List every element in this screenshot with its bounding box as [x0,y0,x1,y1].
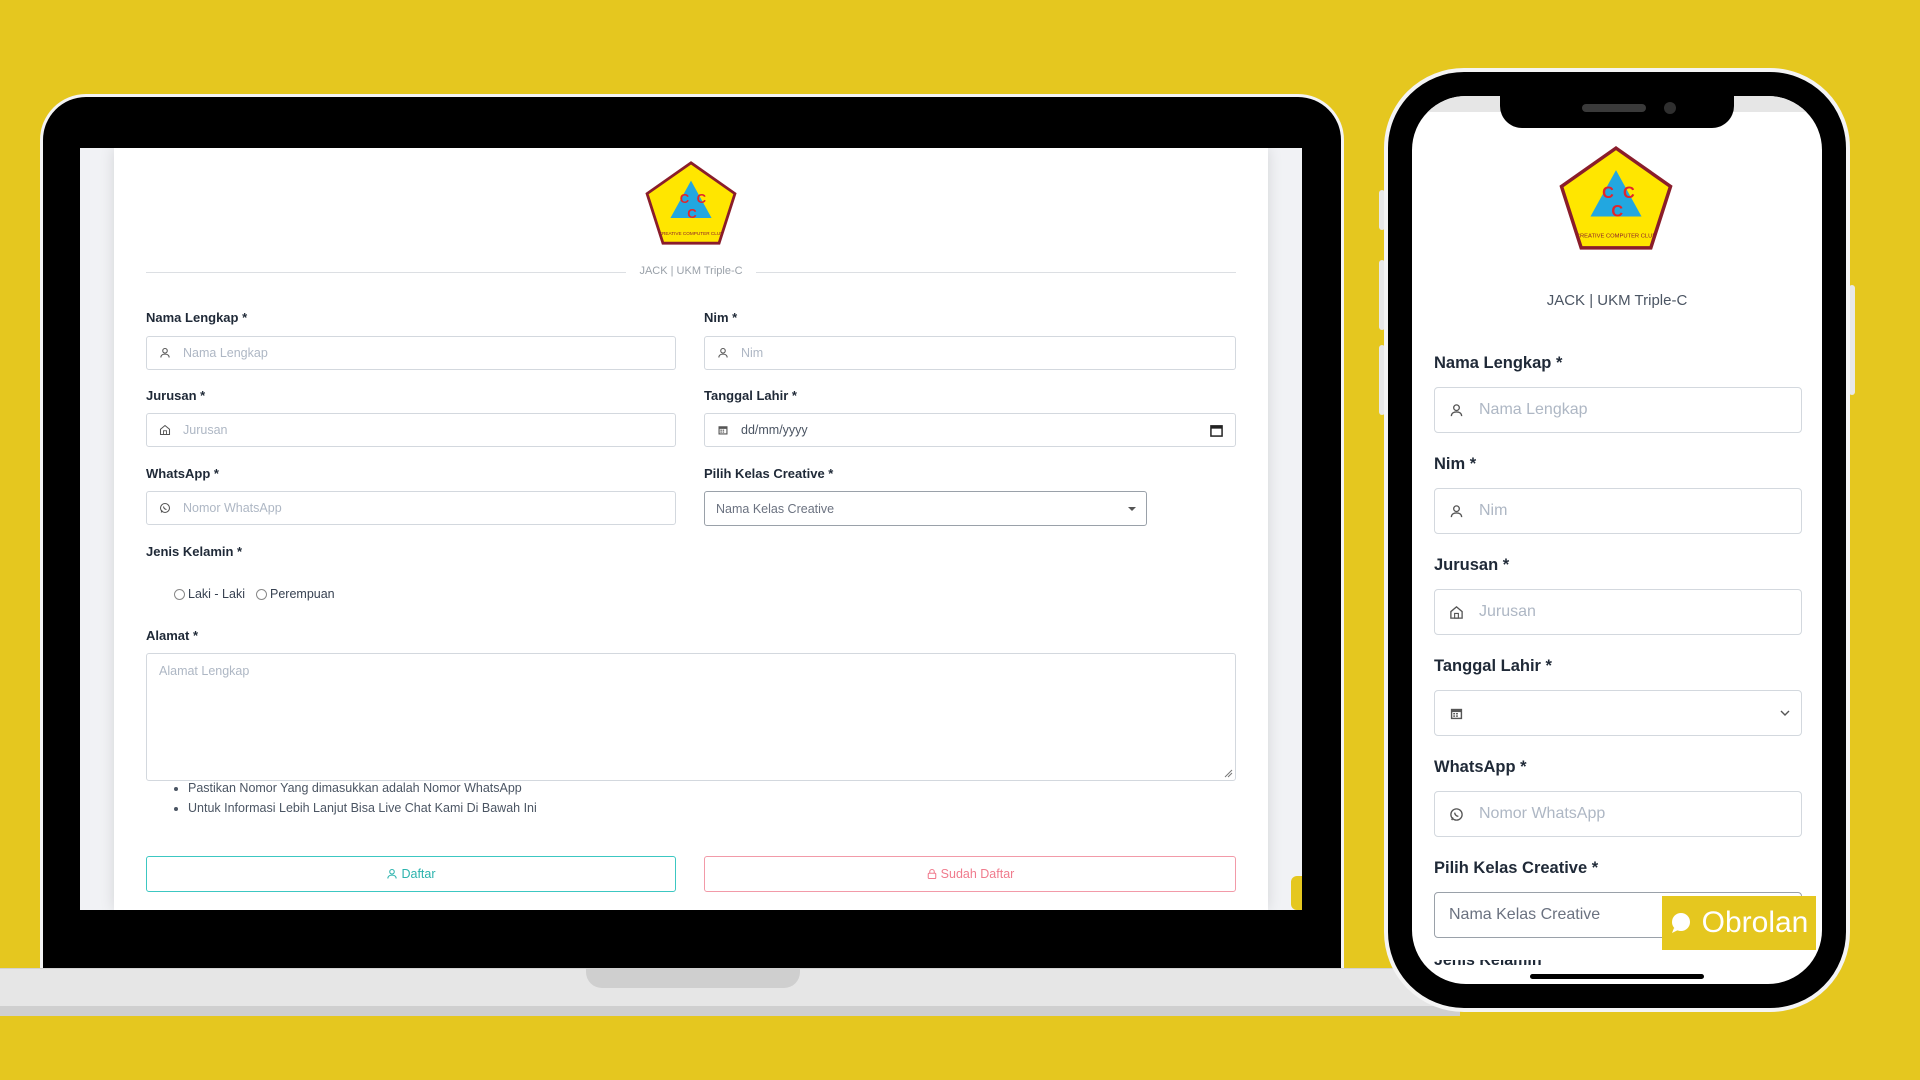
logo-letter: C [697,191,707,206]
nama-lengkap-placeholder: Nama Lengkap [183,346,268,360]
nim-placeholder: Nim [1479,502,1508,519]
user-icon [1447,502,1465,520]
logo-letter: C [680,191,690,206]
chat-button-label: Obrolan [1701,906,1809,939]
label-tanggal-lahir: Tanggal Lahir * [704,388,797,403]
calendar-picker-icon[interactable] [1210,424,1223,437]
whatsapp-input[interactable]: Nomor WhatsApp [1434,791,1802,837]
club-logo: C C C CREATIVE COMPUTER CLUB [1559,145,1673,250]
jurusan-placeholder: Jurusan [183,423,228,437]
whatsapp-placeholder: Nomor WhatsApp [1479,805,1606,822]
sudah-daftar-button[interactable]: Sudah Daftar [704,856,1236,892]
label-nama-lengkap: Nama Lengkap * [146,310,248,325]
nim-placeholder: Nim [741,346,764,360]
tanggal-lahir-input[interactable]: dd/mm/yyyy [704,413,1236,447]
label-nama-lengkap: Nama Lengkap * [1434,354,1563,372]
logo-letter: C [1623,184,1635,202]
page-subtitle: JACK | UKM Triple-C [1546,292,1688,309]
laptop-screen: C C C CREATIVE COMPUTER CLUB JACK | UKM … [80,148,1302,910]
whatsapp-icon [157,500,173,516]
phone-home-indicator [1530,974,1704,979]
nim-input[interactable]: Nim [1434,488,1802,534]
jurusan-placeholder: Jurusan [1479,603,1536,620]
logo-letter: C [1611,203,1623,221]
laptop-base-shadow [0,1006,1460,1016]
daftar-label: Daftar [401,867,436,881]
caret-down-icon [1128,507,1136,511]
nama-lengkap-input[interactable]: Nama Lengkap [1434,387,1802,433]
jurusan-input[interactable]: Jurusan [1434,589,1802,635]
sudah-daftar-label: Sudah Daftar [940,867,1015,881]
nama-lengkap-placeholder: Nama Lengkap [1479,401,1588,418]
building-icon [157,422,173,438]
label-alamat: Alamat * [146,628,199,643]
calendar-icon [715,422,731,438]
label-nim: Nim * [1434,455,1477,473]
whatsapp-icon [1447,805,1465,823]
note-item: Pastikan Nomor Yang dimasukkan adalah No… [188,781,537,795]
label-jenis-kelamin-cut: Jenis Kelamin * [1434,960,1552,968]
kelas-select[interactable]: Nama Kelas Creative [704,491,1147,526]
resize-grip-icon[interactable] [1223,768,1233,778]
label-jenis-kelamin: Jenis Kelamin * [146,544,243,559]
note-item: Untuk Informasi Lebih Lanjut Bisa Live C… [188,801,537,815]
registration-form-desktop: C C C CREATIVE COMPUTER CLUB JACK | UKM … [114,148,1268,910]
whatsapp-input[interactable]: Nomor WhatsApp [146,491,676,525]
whatsapp-placeholder: Nomor WhatsApp [183,501,282,515]
radio-circle[interactable] [174,588,185,600]
lock-icon [927,868,936,880]
laptop-trackpad-notch [586,968,800,988]
divider-right [756,272,1236,273]
radio-laki-laki[interactable]: Laki - Laki [174,587,245,601]
label-jurusan: Jurusan * [1434,556,1510,574]
radio-label: Laki - Laki [188,587,245,601]
kelas-selected: Nama Kelas Creative [1449,906,1601,923]
logo-bottom-text: CREATIVE COMPUTER CLUB [1576,233,1657,239]
radio-circle[interactable] [256,588,267,600]
nim-input[interactable]: Nim [704,336,1236,370]
building-icon [1447,603,1465,621]
club-logo: C C C CREATIVE COMPUTER CLUB [645,161,737,245]
label-whatsapp: WhatsApp * [1434,758,1527,776]
tanggal-lahir-value: dd/mm/yyyy [741,423,808,437]
page-subtitle: JACK | UKM Triple-C [639,265,743,277]
label-kelas: Pilih Kelas Creative * [1434,859,1599,877]
radio-label: Perempuan [270,587,335,601]
user-icon [157,345,173,361]
radio-perempuan[interactable]: Perempuan [256,587,335,601]
chat-widget-edge[interactable] [1291,876,1302,910]
chat-bubble-icon [1671,913,1690,933]
daftar-button[interactable]: Daftar [146,856,676,892]
tanggal-lahir-input[interactable] [1434,690,1802,736]
registration-form-mobile: C C C CREATIVE COMPUTER CLUB JACK | UKM … [1412,96,1822,984]
logo-letter: C [1602,184,1614,202]
alamat-textarea[interactable]: Alamat Lengkap [146,653,1236,781]
chevron-down-icon[interactable] [1779,707,1791,719]
label-whatsapp: WhatsApp * [146,466,219,481]
phone-camera [1664,102,1676,114]
label-jurusan: Jurusan * [146,388,206,403]
chat-button[interactable]: Obrolan [1662,896,1816,950]
nama-lengkap-input[interactable]: Nama Lengkap [146,336,676,370]
logo-bottom-text: CREATIVE COMPUTER CLUB [659,231,724,236]
divider-left [146,272,626,273]
jurusan-input[interactable]: Jurusan [146,413,676,447]
alamat-placeholder: Alamat Lengkap [159,664,250,678]
user-icon [387,868,398,879]
user-icon [1447,401,1465,419]
logo-letter: C [687,206,697,221]
label-kelas: Pilih Kelas Creative * [704,466,834,481]
notes-list: Pastikan Nomor Yang dimasukkan adalah No… [148,781,537,821]
calendar-icon [1447,704,1465,722]
phone-speaker [1582,104,1646,112]
user-icon [715,345,731,361]
label-nim: Nim * [704,310,738,325]
label-tanggal-lahir: Tanggal Lahir * [1434,657,1552,675]
kelas-selected: Nama Kelas Creative [716,501,835,516]
